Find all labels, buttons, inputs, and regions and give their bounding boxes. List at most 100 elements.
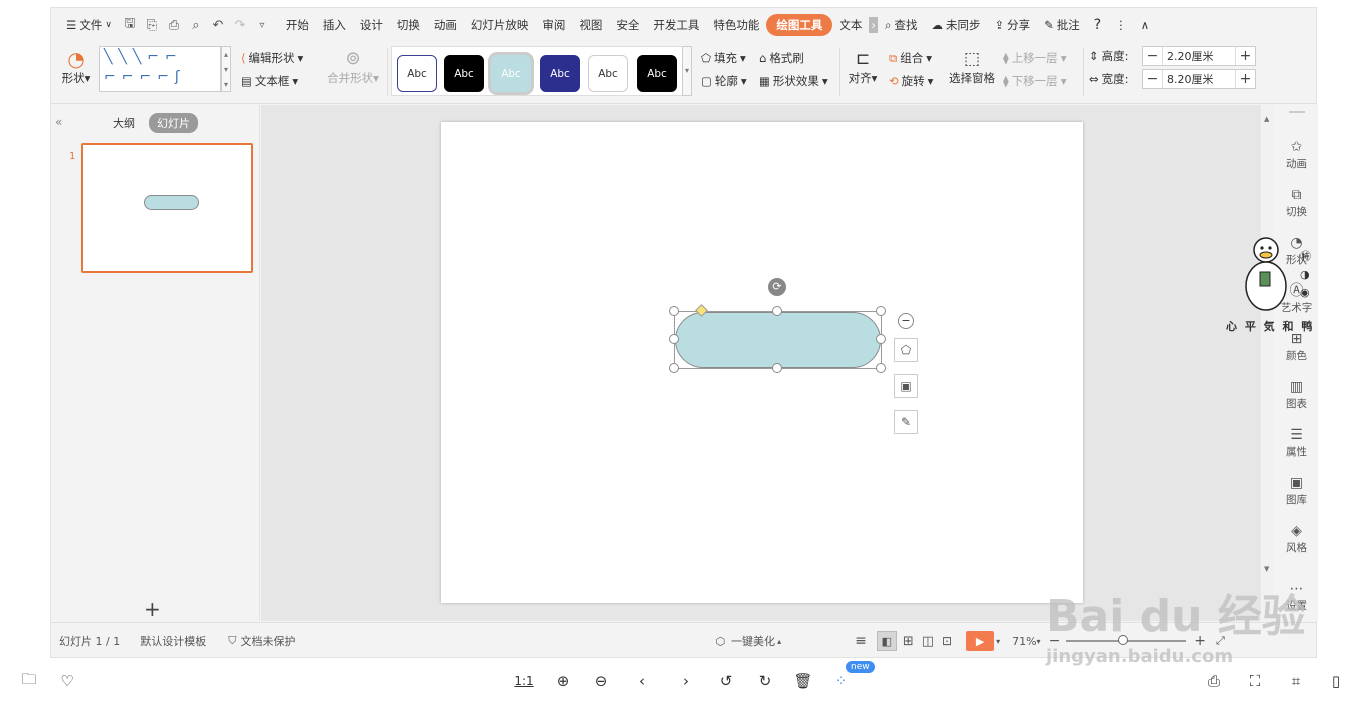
side-item-switch[interactable]: ⧉ 切换 xyxy=(1275,187,1318,219)
comment-button[interactable]: ✎ 批注 xyxy=(1037,14,1087,36)
send-backward-button[interactable]: ⧫ 下移一层 ▾ xyxy=(1003,71,1066,91)
previous-icon[interactable]: ‹ xyxy=(631,670,653,692)
outline-button[interactable]: ▢ 轮廓 ▾ xyxy=(701,71,747,91)
side-item-image[interactable]: ▣ 图库 xyxy=(1275,475,1318,507)
height-input[interactable]: 2.20厘米 xyxy=(1163,48,1235,64)
select-pane-button[interactable]: ⬚ 选择窗格 xyxy=(947,48,997,86)
width-input[interactable]: 8.20厘米 xyxy=(1163,71,1235,87)
shape-style-swatch[interactable]: Abc xyxy=(540,55,580,92)
tab-outline[interactable]: 大纲 xyxy=(113,115,135,131)
rotate-right-icon[interactable]: ↻ xyxy=(754,670,776,692)
tab-10[interactable]: 特色功能 xyxy=(706,14,766,36)
resize-handle-ne[interactable] xyxy=(876,306,886,316)
apps-icon[interactable]: ⁘ xyxy=(830,670,852,692)
shape-gallery-scroll[interactable]: ▴ ▾ ▾ xyxy=(221,46,231,92)
collapse-pane-icon[interactable]: « xyxy=(55,115,62,129)
shape-button[interactable]: ◔ 形状▾ xyxy=(61,48,91,86)
resize-handle-s[interactable] xyxy=(772,363,782,373)
zoom-out-icon[interactable]: ⊖ xyxy=(590,670,612,692)
presenter-view-icon[interactable]: ⊡ xyxy=(942,634,952,648)
float-outline-icon[interactable]: ▣ xyxy=(894,374,918,398)
scroll-down-icon[interactable]: ▼ xyxy=(1264,565,1269,573)
sorter-view-icon[interactable]: ⊞ xyxy=(903,634,914,649)
side-item-chart[interactable]: ▥ 图表 xyxy=(1275,379,1318,411)
vertical-scrollbar[interactable]: ▲ ▼ xyxy=(1262,105,1274,621)
preview-icon[interactable]: ⌕ xyxy=(185,14,207,36)
width-decrease-button[interactable]: − xyxy=(1143,70,1163,88)
crop-icon[interactable]: ⌗ xyxy=(1285,670,1307,692)
side-item-style[interactable]: ◈ 风格 xyxy=(1275,523,1318,555)
save-icon[interactable]: 🖫 xyxy=(119,14,141,36)
shape-style-swatch[interactable]: Abc xyxy=(397,55,437,92)
normal-view-icon[interactable]: ◧ xyxy=(876,631,897,651)
shape-gallery[interactable]: ╲╲╲⌐⌐ ⌐⌐⌐⌐ʃ xyxy=(99,46,221,92)
rotate-handle-icon[interactable]: ⟳ xyxy=(768,278,786,296)
shape-style-swatch[interactable]: Abc xyxy=(637,55,677,92)
customize-icon[interactable]: ▿ xyxy=(251,14,273,36)
sync-button[interactable]: ☁ 未同步 xyxy=(924,14,987,36)
protection-status[interactable]: 文档未保护 xyxy=(240,633,295,649)
fullscreen-icon[interactable]: ⛶ xyxy=(1244,670,1266,692)
notes-icon[interactable]: ≡ xyxy=(855,633,867,649)
tab-9[interactable]: 开发工具 xyxy=(646,14,706,36)
file-menu[interactable]: ☰ 文件 ∨ xyxy=(59,14,119,36)
side-item-color[interactable]: ⊞ 颜色 xyxy=(1275,331,1318,363)
side-item-props[interactable]: ☰ 属性 xyxy=(1275,427,1318,459)
template-name[interactable]: 默认设计模板 xyxy=(140,633,206,649)
tab-1[interactable]: 插入 xyxy=(316,14,353,36)
zoom-level[interactable]: 71% xyxy=(1012,635,1036,648)
collapse-tools-icon[interactable]: − xyxy=(898,313,914,329)
rotate-left-icon[interactable]: ↺ xyxy=(715,670,737,692)
text-box-button[interactable]: ▤ 文本框 ▾ xyxy=(241,71,298,91)
share-button[interactable]: ⇪ 分享 xyxy=(987,14,1037,36)
slide-thumbnail[interactable] xyxy=(81,143,253,273)
height-stepper[interactable]: −2.20厘米 + xyxy=(1142,46,1256,66)
collapse-ribbon-icon[interactable]: ∧ xyxy=(1134,14,1156,36)
tab-3[interactable]: 切换 xyxy=(390,14,427,36)
favorite-icon[interactable]: ♡ xyxy=(56,670,78,692)
zoom-in-icon[interactable]: ⊕ xyxy=(552,670,574,692)
resize-handle-n[interactable] xyxy=(772,306,782,316)
tab-scroll-right[interactable]: › xyxy=(869,17,879,33)
play-slideshow-button[interactable]: ▶ xyxy=(966,631,995,651)
group-button[interactable]: ⧉ 组合 ▾ xyxy=(889,48,932,68)
resize-handle-sw[interactable] xyxy=(669,363,679,373)
print-icon[interactable]: ⎙ xyxy=(1203,670,1225,692)
float-brush-icon[interactable]: ✎ xyxy=(894,410,918,434)
actual-size-button[interactable]: 1:1 xyxy=(513,670,535,692)
tab-6[interactable]: 审阅 xyxy=(535,14,572,36)
format-brush-button[interactable]: ⌂ 格式刷 xyxy=(759,48,804,68)
resize-handle-se[interactable] xyxy=(876,363,886,373)
delete-icon[interactable]: 🗑 xyxy=(792,670,814,692)
merge-shape-button[interactable]: ⊚ 合并形状▾ xyxy=(323,48,383,86)
search-button[interactable]: ⌕ 查找 xyxy=(878,14,924,36)
shape-style-swatch[interactable]: Abc xyxy=(588,55,628,92)
tab-8[interactable]: 安全 xyxy=(609,14,646,36)
info-icon[interactable]: ▯ xyxy=(1325,670,1347,692)
redo-icon[interactable]: ↷ xyxy=(229,14,251,36)
tab-drawing-tools[interactable]: 绘图工具 xyxy=(766,14,833,36)
tab-7[interactable]: 视图 xyxy=(572,14,609,36)
shape-style-swatch[interactable]: Abc xyxy=(491,55,531,92)
tab-2[interactable]: 设计 xyxy=(353,14,390,36)
tab-slides[interactable]: 幻灯片 xyxy=(149,113,198,133)
bring-forward-button[interactable]: ⧫ 上移一层 ▾ xyxy=(1003,48,1066,68)
beautify-button[interactable]: 一键美化 xyxy=(731,633,775,649)
resize-handle-e[interactable] xyxy=(876,334,886,344)
side-item-star[interactable]: ✩ 动画 xyxy=(1275,139,1318,171)
rotate-button[interactable]: ⟲ 旋转 ▾ xyxy=(889,71,933,91)
resize-handle-nw[interactable] xyxy=(669,306,679,316)
scroll-up-icon[interactable]: ▲ xyxy=(1264,115,1269,123)
tab-0[interactable]: 开始 xyxy=(279,14,316,36)
help-button[interactable]: ? xyxy=(1087,14,1108,36)
more-icon[interactable]: ⋮ xyxy=(1108,14,1134,36)
align-button[interactable]: ⊏ 对齐▾ xyxy=(847,48,879,86)
undo-icon[interactable]: ↶ xyxy=(207,14,229,36)
tab-4[interactable]: 动画 xyxy=(427,14,464,36)
float-fill-icon[interactable]: ⬠ xyxy=(894,338,918,362)
slide[interactable]: ⟳ − ⬠ ▣ ✎ xyxy=(441,122,1083,603)
shape-effect-button[interactable]: ▦ 形状效果 ▾ xyxy=(759,71,828,91)
style-gallery-scroll[interactable]: ▾ xyxy=(682,46,692,96)
print-icon[interactable]: ⎙ xyxy=(163,14,185,36)
next-icon[interactable]: › xyxy=(675,670,697,692)
